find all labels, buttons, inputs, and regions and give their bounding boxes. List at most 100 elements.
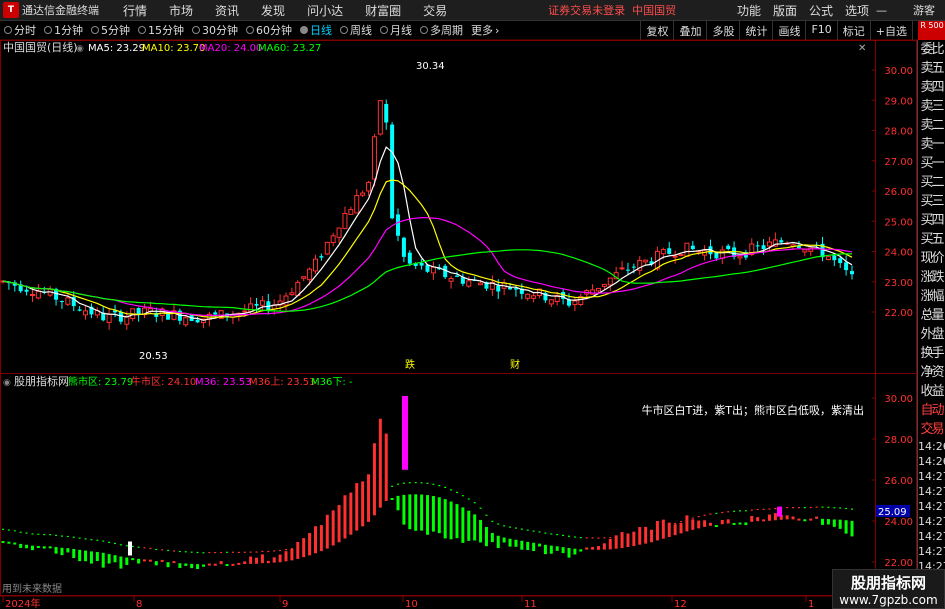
radio-icon — [4, 26, 12, 34]
zone-dot — [532, 530, 535, 532]
trade-time: 14:27 — [918, 500, 945, 513]
trade-time: 14:27 — [918, 470, 945, 483]
zone-dot — [762, 508, 765, 510]
menu-item-options[interactable]: 选项 — [839, 2, 875, 19]
candle-body — [24, 289, 29, 292]
period-tab-5min[interactable]: 5分钟 — [87, 22, 134, 38]
period-tab-monthly[interactable]: 月线 — [376, 22, 416, 38]
tool-adjust-button[interactable]: 复权 — [640, 21, 673, 40]
tool-stats-button[interactable]: 统计 — [739, 21, 772, 40]
m36-upper-label: M36上: 23.53 — [249, 376, 316, 388]
kline-chart-area[interactable]: 中国国贸(日线) ◉ MA5: 23.29 MA10: 23.70 MA20: … — [0, 40, 917, 609]
menu-item-news[interactable]: 资讯 — [204, 2, 250, 19]
radio-icon — [380, 26, 388, 34]
trade-button[interactable]: 交易 — [918, 420, 945, 439]
zone-bar — [190, 563, 194, 569]
zone-dot — [479, 507, 482, 509]
menu-item-quotes[interactable]: 行情 — [112, 2, 158, 19]
zone-dot — [609, 537, 612, 539]
zone-bar — [467, 510, 471, 541]
tool-add-watchlist-button[interactable]: +自选 — [869, 21, 912, 40]
tool-multistock-button[interactable]: 多股 — [706, 21, 739, 40]
menu-item-market[interactable]: 市场 — [158, 2, 204, 19]
kline-chart[interactable]: 中国国贸(日线) ◉ MA5: 23.29 MA10: 23.70 MA20: … — [0, 40, 917, 609]
candle-body — [525, 293, 531, 299]
candle-body — [508, 287, 513, 290]
zone-dot — [84, 538, 87, 540]
zone-bar — [431, 495, 435, 532]
r500-badge[interactable]: R 500 — [918, 21, 945, 40]
zone-bar — [101, 552, 105, 568]
login-warning[interactable]: 证券交易未登录 中国国贸 — [548, 2, 676, 18]
tool-overlay-button[interactable]: 叠加 — [673, 21, 706, 40]
period-tab-daily[interactable]: 日线 — [296, 22, 336, 38]
period-tab-weekly[interactable]: 周线 — [336, 22, 376, 38]
zone-bar — [543, 544, 547, 555]
quote-field-label: 买四 — [920, 213, 944, 228]
ma5-line — [2, 146, 853, 321]
auto-trade-button[interactable]: 自动 — [918, 401, 945, 420]
right-menu: 功能 版面 公式 选项 — [731, 2, 875, 19]
guest-label[interactable]: 游客 — [913, 2, 935, 18]
collapse-icon[interactable]: ◉ — [76, 44, 84, 54]
zone-dot — [697, 516, 700, 518]
zone-bar — [384, 433, 388, 501]
candle-body — [684, 242, 690, 257]
menu-item-formula[interactable]: 公式 — [803, 2, 839, 19]
collapse-icon[interactable]: ◉ — [3, 378, 11, 388]
quote-field-label: 涨幅 — [920, 289, 944, 304]
exit-signal-bar — [777, 506, 782, 517]
period-tab-30min[interactable]: 30分钟 — [188, 22, 242, 38]
tag-finance[interactable]: 财 — [510, 358, 520, 371]
period-tab-15min[interactable]: 15分钟 — [134, 22, 188, 38]
candle-body — [289, 292, 295, 296]
quote-field-label: 委比 — [920, 42, 944, 57]
zone-bar — [561, 547, 565, 554]
radio-icon — [340, 26, 348, 34]
zone-dot — [426, 482, 429, 484]
candle-body — [324, 241, 330, 255]
tool-mark-button[interactable]: 标记 — [836, 21, 870, 40]
zone-bar — [596, 546, 600, 550]
zone-bar — [508, 538, 512, 547]
tool-f10-button[interactable]: F10 — [805, 21, 836, 40]
menu-item-function[interactable]: 功能 — [731, 2, 767, 19]
zone-bar — [496, 535, 500, 549]
menu-item-discover[interactable]: 发现 — [250, 2, 296, 19]
zone-dot — [90, 539, 93, 541]
price-tick-label: 27.00 — [884, 157, 913, 168]
zone-bar — [207, 563, 211, 566]
candle-body — [242, 310, 248, 313]
tool-draw-button[interactable]: 画线 — [772, 21, 805, 40]
close-panel-icon[interactable]: ✕ — [858, 43, 866, 54]
zone-dot — [125, 545, 128, 547]
candle-body — [572, 300, 578, 306]
menu-item-wealth[interactable]: 财富圈 — [354, 2, 412, 19]
quote-field-label: 涨跌 — [920, 270, 944, 285]
zone-dot — [66, 535, 69, 538]
zone-bar — [679, 523, 683, 534]
period-tab-1min[interactable]: 1分钟 — [40, 22, 87, 38]
period-tab-multi[interactable]: 多周期 — [416, 22, 467, 38]
menu-item-assistant[interactable]: 问小达 — [296, 2, 354, 19]
ma10-line — [2, 179, 853, 318]
period-tab-timeshare[interactable]: 分时 — [0, 22, 40, 38]
zone-bar — [319, 525, 323, 552]
zone-bar — [602, 543, 606, 550]
menu-item-trade[interactable]: 交易 — [412, 2, 458, 19]
tag-drop[interactable]: 跌 — [405, 358, 415, 371]
zone-bar — [461, 507, 465, 543]
zone-dot — [438, 484, 441, 487]
zone-dot — [497, 523, 500, 525]
radio-checked-icon — [300, 26, 308, 34]
zone-bar — [803, 519, 807, 522]
zone-bar — [143, 559, 146, 562]
candle-body — [779, 240, 784, 243]
period-tab-more[interactable]: 更多 › — [467, 22, 503, 38]
minimize-icon[interactable]: — — [876, 4, 887, 17]
menu-item-layout[interactable]: 版面 — [767, 2, 803, 19]
zone-bar — [714, 525, 718, 528]
period-tab-60min[interactable]: 60分钟 — [242, 22, 296, 38]
zone-bar — [791, 516, 795, 520]
bear-zone-label: 熊市区: 23.79 — [68, 375, 133, 388]
